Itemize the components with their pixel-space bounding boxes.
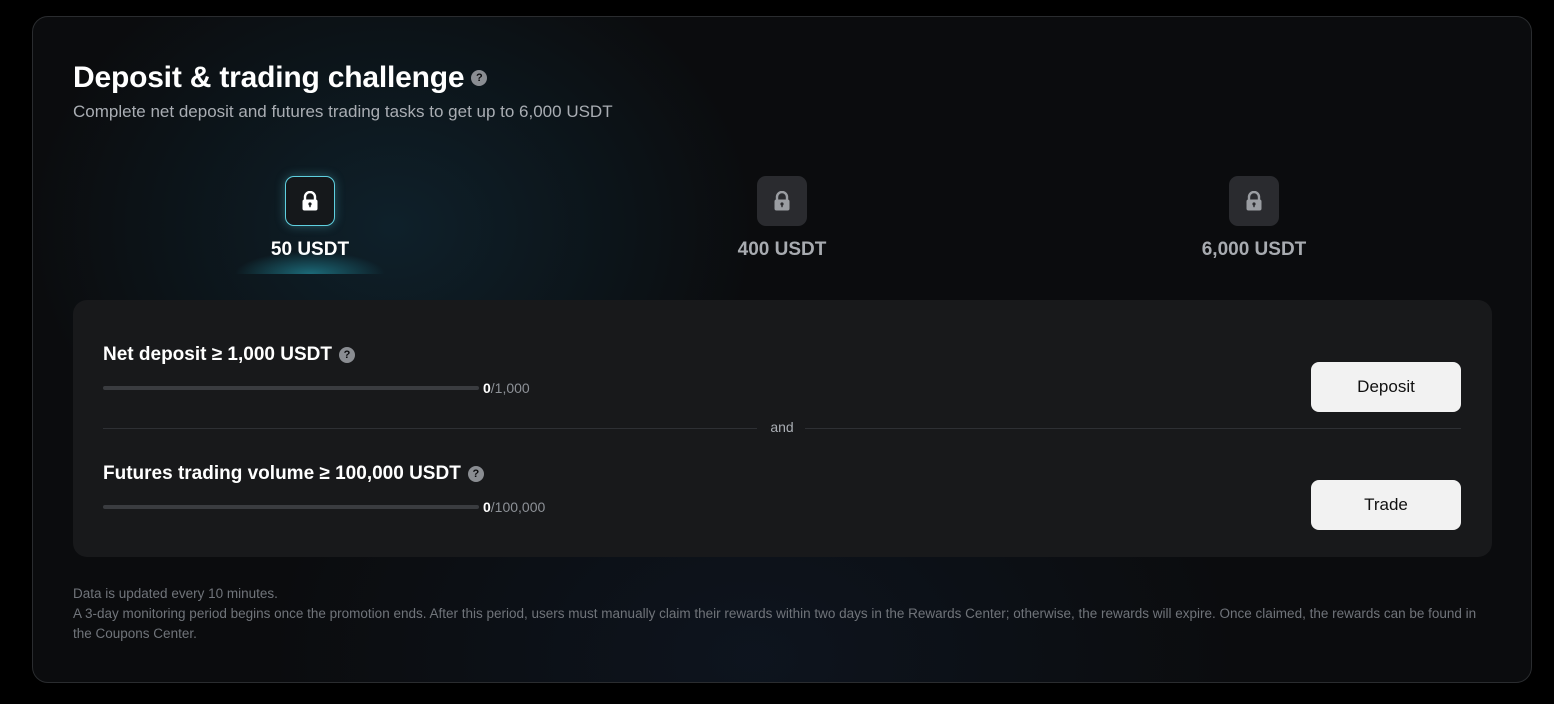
lock-icon	[1229, 176, 1279, 226]
deposit-progress-text: 0/1,000	[483, 380, 530, 396]
trading-task: Futures trading volume ≥ 100,000 USDT ? …	[103, 463, 545, 515]
deposit-task-title: Net deposit ≥ 1,000 USDT	[103, 344, 332, 365]
title-row: Deposit & trading challenge ?	[73, 61, 488, 95]
deposit-progress-bar	[103, 386, 479, 390]
and-divider: and	[103, 419, 1461, 435]
help-icon[interactable]: ?	[471, 70, 488, 86]
trading-task-title-row: Futures trading volume ≥ 100,000 USDT ?	[103, 463, 545, 485]
trade-button[interactable]: Trade	[1311, 480, 1461, 530]
deposit-progress-total: /1,000	[490, 380, 530, 396]
tier-amount: 6,000 USDT	[1201, 239, 1307, 260]
tier-6000-usdt[interactable]: 6,000 USDT	[1134, 176, 1374, 261]
tier-amount: 50 USDT	[270, 239, 350, 260]
footnote-monitoring-period: A 3-day monitoring period begins once th…	[73, 606, 1477, 641]
trading-task-title: Futures trading volume ≥ 100,000 USDT	[103, 463, 461, 484]
lock-icon	[757, 176, 807, 226]
deposit-progress-current: 0	[483, 380, 491, 396]
help-icon[interactable]: ?	[467, 466, 484, 482]
challenge-card: Deposit & trading challenge ? Complete n…	[32, 16, 1532, 683]
trading-progress-total: /100,000	[490, 499, 546, 515]
trading-progress-current: 0	[483, 499, 491, 515]
page-title: Deposit & trading challenge	[73, 61, 465, 94]
deposit-task: Net deposit ≥ 1,000 USDT ? 0/1,000	[103, 344, 530, 396]
deposit-button[interactable]: Deposit	[1311, 362, 1461, 412]
footnotes: Data is updated every 10 minutes. A 3-da…	[73, 584, 1483, 644]
tier-50-usdt[interactable]: 50 USDT	[190, 176, 430, 274]
help-icon[interactable]: ?	[338, 347, 355, 363]
trading-progress-text: 0/100,000	[483, 499, 545, 515]
page-subtitle: Complete net deposit and futures trading…	[73, 102, 613, 121]
deposit-progress-row: 0/1,000	[103, 380, 530, 396]
trading-progress-bar	[103, 505, 479, 509]
tasks-panel: Net deposit ≥ 1,000 USDT ? 0/1,000 Depos…	[73, 300, 1492, 557]
and-connector: and	[770, 419, 794, 435]
tier-400-usdt[interactable]: 400 USDT	[662, 176, 902, 261]
trading-progress-row: 0/100,000	[103, 499, 545, 515]
tier-amount: 400 USDT	[737, 239, 827, 260]
deposit-task-title-row: Net deposit ≥ 1,000 USDT ?	[103, 344, 530, 366]
footnote-update-frequency: Data is updated every 10 minutes.	[73, 586, 278, 601]
lock-icon	[285, 176, 335, 226]
